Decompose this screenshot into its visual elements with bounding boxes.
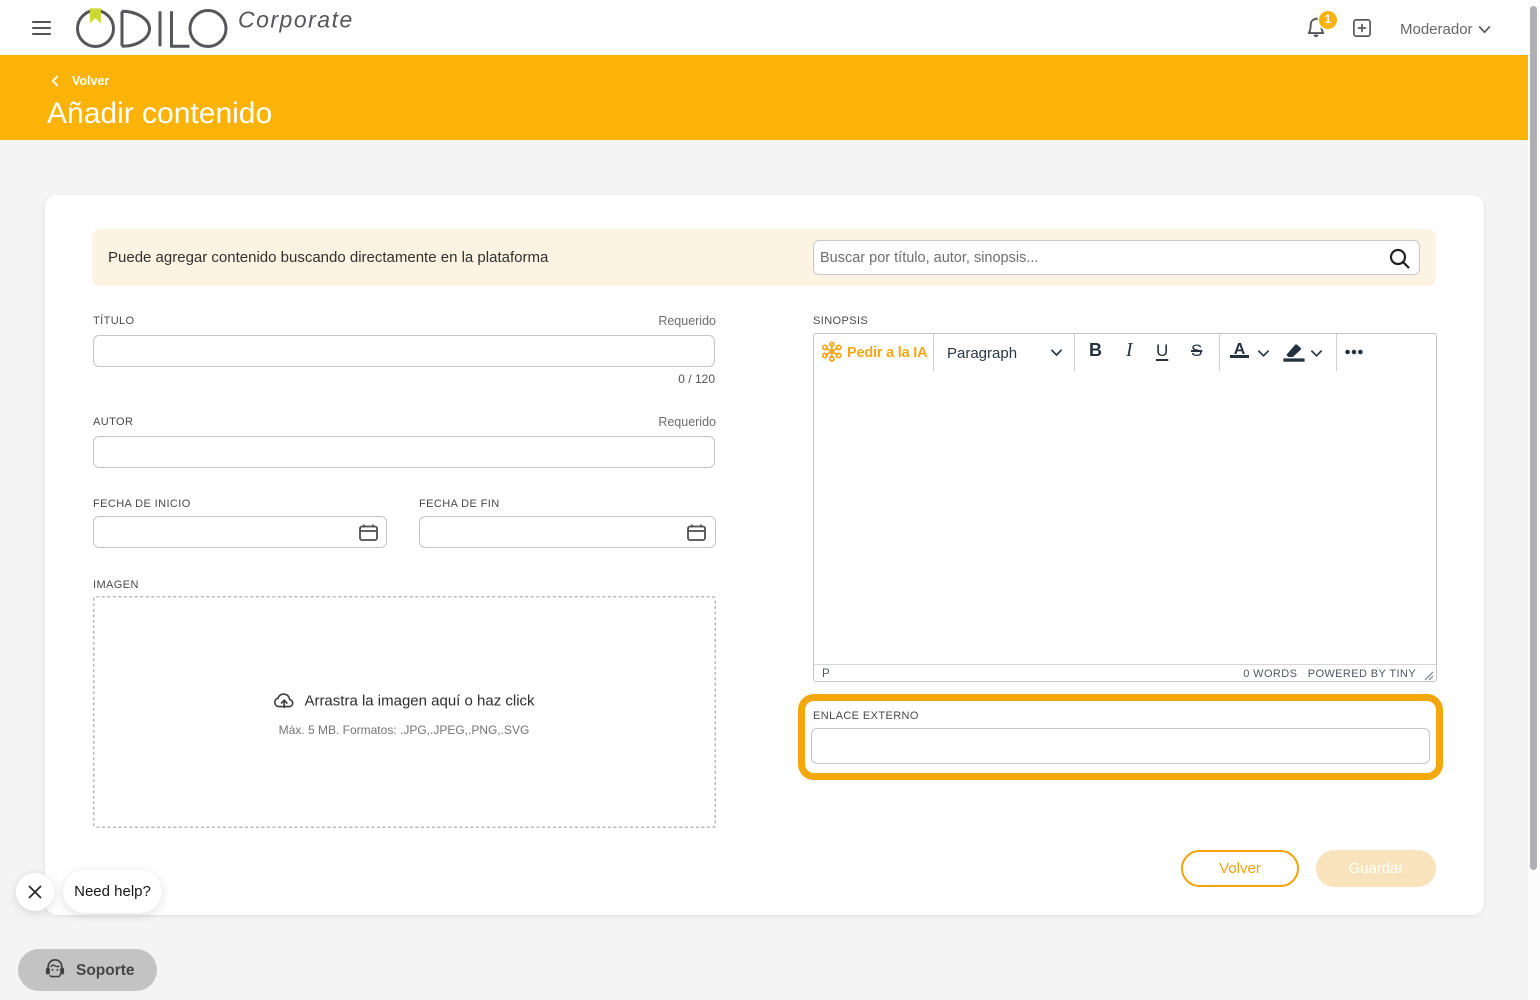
svg-text:Corporate: Corporate bbox=[238, 7, 354, 33]
